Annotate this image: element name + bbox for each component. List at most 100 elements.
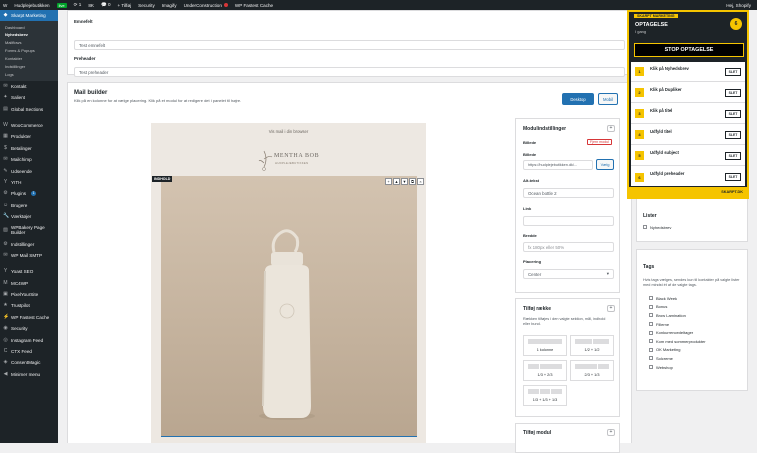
layout-option[interactable]: 1/3 + 2/3 bbox=[523, 360, 567, 381]
tag-checkbox[interactable]: Solcreme bbox=[649, 354, 706, 363]
list-checkbox[interactable]: Nyhedsbrev bbox=[643, 223, 671, 232]
submenu-dashboard[interactable]: Dashboard bbox=[0, 23, 58, 31]
checkbox-icon[interactable] bbox=[649, 356, 653, 361]
tag-checkbox[interactable]: Fillerne bbox=[649, 320, 706, 329]
sidebar-item-wpbakery-page-builder[interactable]: ▧ WPBakery Page Builder bbox=[0, 222, 58, 238]
sidebar-item-wp-mail-smtp[interactable]: ✉ WP Mail SMTP bbox=[0, 250, 58, 261]
mobile-view-button[interactable]: Mobil bbox=[598, 93, 618, 105]
sidebar-item-v-rkt-jer[interactable]: 🔧 Værktøjer bbox=[0, 211, 58, 222]
sidebar-item-salient[interactable]: ✦ Salient bbox=[0, 92, 58, 103]
delete-step-button[interactable]: SLET bbox=[725, 67, 741, 76]
module-settings-toggle[interactable]: + bbox=[607, 125, 615, 132]
adminbar-underconstruction[interactable]: UnderConstruction bbox=[184, 3, 228, 8]
delete-step-button[interactable]: SLET bbox=[725, 88, 741, 97]
add-module-toggle[interactable]: + bbox=[607, 429, 615, 436]
layout-option[interactable]: 2/3 + 1/3 bbox=[570, 360, 614, 381]
submenu-forms[interactable]: Forms & Popups bbox=[0, 47, 58, 55]
checkbox-icon[interactable] bbox=[649, 347, 653, 352]
checkbox-icon[interactable] bbox=[643, 225, 647, 230]
image-block[interactable] bbox=[161, 176, 417, 437]
adminbar-fastest-cache[interactable]: WP Fastest Cache bbox=[235, 3, 273, 8]
new-content-link[interactable]: + Tilføj bbox=[118, 3, 132, 8]
remove-module-button[interactable]: Fjern modul bbox=[587, 139, 612, 145]
delete-step-button[interactable]: SLET bbox=[725, 173, 741, 181]
comments-link[interactable]: 💬 0 bbox=[101, 2, 111, 8]
submenu-logs[interactable]: Logs bbox=[0, 71, 58, 79]
sidebar-item-brugere[interactable]: ☺ Brugere bbox=[0, 200, 58, 211]
stop-recording-button[interactable]: STOP OPTAGELSE bbox=[634, 43, 744, 57]
block-tool-button[interactable]: × bbox=[417, 178, 424, 185]
checkbox-icon[interactable] bbox=[649, 365, 653, 370]
sidebar-item-pixelyoursite[interactable]: ▣ PixelYourSite bbox=[0, 289, 58, 300]
sidebar-item-skarpt-marketing[interactable]: ◆ Skarpt Marketing bbox=[0, 10, 58, 22]
sidebar-item-mc4wp[interactable]: M MC4WP bbox=[0, 277, 58, 288]
submenu-newsletter[interactable]: Nyhedsbrev bbox=[0, 31, 58, 39]
delete-step-button[interactable]: SLET bbox=[725, 130, 741, 139]
woocommerce-count[interactable]: 8K bbox=[88, 3, 94, 8]
block-tool-button[interactable]: + bbox=[385, 178, 392, 185]
tag-checkbox[interactable]: Bonus bbox=[649, 303, 706, 312]
block-tool-button[interactable]: ⧉ bbox=[409, 178, 416, 185]
checkbox-icon[interactable] bbox=[649, 322, 653, 327]
browser-view-link[interactable]: Vis mail i din browser bbox=[151, 129, 426, 134]
layout-preview bbox=[528, 339, 562, 344]
sidebar-item-yith[interactable]: Y YITH bbox=[0, 177, 58, 188]
layout-option[interactable]: 1/3 + 1/3 + 1/3 bbox=[523, 385, 567, 406]
image-url-input[interactable]: https://hudplejebutikken.dk/... bbox=[523, 160, 593, 170]
submenu-settings[interactable]: Indstillinger bbox=[0, 63, 58, 71]
sidebar-item-udseende[interactable]: ✎ Udseende bbox=[0, 165, 58, 176]
sidebar-item-label: WP Mail SMTP bbox=[11, 252, 43, 258]
sidebar-item-trustpilot[interactable]: ★ Trustpilot bbox=[0, 300, 58, 311]
link-input[interactable] bbox=[523, 216, 614, 226]
subject-input[interactable]: Test emnefelt bbox=[74, 40, 625, 50]
tag-checkbox[interactable]: Konkurrencedeltager bbox=[649, 328, 706, 337]
delete-step-button[interactable]: SLET bbox=[725, 151, 741, 160]
email-canvas[interactable]: Vis mail i din browser MENTHA BOB HUDPLE… bbox=[151, 123, 426, 443]
desktop-view-button[interactable]: Desktop bbox=[562, 93, 594, 105]
tag-checkbox[interactable]: Kom med sommerprodukter bbox=[649, 337, 706, 346]
sidebar-item-produkter[interactable]: ▦ Produkter bbox=[0, 131, 58, 142]
sidebar-item-global-sections[interactable]: ▤ Global Sections bbox=[0, 103, 58, 114]
sidebar-item-minimer-menu[interactable]: ◀ Minimer menu bbox=[0, 369, 58, 380]
layout-option[interactable]: 1/2 + 1/2 bbox=[570, 335, 614, 356]
sidebar-item-kontakt[interactable]: ✉ Kontakt bbox=[0, 81, 58, 92]
choose-image-button[interactable]: Vælg bbox=[596, 159, 614, 170]
sidebar-item-consentmagic[interactable]: ◈ ConsentMagic bbox=[0, 357, 58, 368]
site-name-link[interactable]: Hudplejebutikken bbox=[14, 3, 49, 8]
alt-text-input[interactable]: Ocean bottle 2 bbox=[523, 188, 614, 198]
layout-option[interactable]: 1 kolonne bbox=[523, 335, 567, 356]
checkbox-icon[interactable] bbox=[649, 330, 653, 335]
adminbar-security[interactable]: Security bbox=[138, 3, 155, 8]
checkbox-icon[interactable] bbox=[649, 313, 653, 318]
sidebar-item-indstillinger[interactable]: ⚙ Indstillinger bbox=[0, 238, 58, 249]
checkbox-icon[interactable] bbox=[649, 296, 653, 301]
sidebar-item-mailchimp[interactable]: ✉ Mailchimp bbox=[0, 154, 58, 165]
sidebar-item-yoast-seo[interactable]: Y Yoast SEO bbox=[0, 266, 58, 277]
tag-checkbox[interactable]: OK Marketing bbox=[649, 346, 706, 355]
wordpress-icon[interactable]: W bbox=[3, 3, 7, 8]
checkbox-icon[interactable] bbox=[649, 304, 653, 309]
tag-checkbox[interactable]: Black Week bbox=[649, 294, 706, 303]
adminbar-imagify[interactable]: Imagify bbox=[162, 3, 177, 8]
user-account-link[interactable]: Hej, Shopify bbox=[726, 3, 751, 8]
width-input[interactable]: fx 180px eller 50% bbox=[523, 242, 614, 252]
add-row-toggle[interactable]: + bbox=[607, 305, 615, 312]
submenu-contacts[interactable]: Kontakter bbox=[0, 55, 58, 63]
sidebar-item-plugins[interactable]: ⚙ Plugins 1 bbox=[0, 188, 58, 199]
tag-checkbox[interactable]: Brow Lamination bbox=[649, 311, 706, 320]
submenu-mailflows[interactable]: Mailflows bbox=[0, 39, 58, 47]
tag-checkbox[interactable]: Webshop bbox=[649, 363, 706, 372]
block-tool-button[interactable]: ▲ bbox=[393, 178, 400, 185]
sidebar-item-betalinger[interactable]: $ Betalinger bbox=[0, 143, 58, 154]
delete-step-button[interactable]: SLET bbox=[725, 109, 741, 118]
sidebar-item-security[interactable]: ◉ Security bbox=[0, 323, 58, 334]
sidebar-item-ctx-feed[interactable]: C CTX Feed bbox=[0, 346, 58, 357]
sidebar-item-instagram-feed[interactable]: ◎ Instagram Feed bbox=[0, 334, 58, 345]
checkbox-icon[interactable] bbox=[649, 339, 653, 344]
updates-link[interactable]: ⟳ 1 bbox=[74, 2, 82, 8]
sidebar-item-woocommerce[interactable]: W WooCommerce bbox=[0, 120, 58, 131]
preheader-input[interactable]: Test preheader bbox=[74, 67, 625, 77]
block-tool-button[interactable]: ▼ bbox=[401, 178, 408, 185]
placement-select[interactable]: Center ▾ bbox=[523, 269, 614, 279]
sidebar-item-wp-fastest-cache[interactable]: ⚡ WP Fastest Cache bbox=[0, 312, 58, 323]
